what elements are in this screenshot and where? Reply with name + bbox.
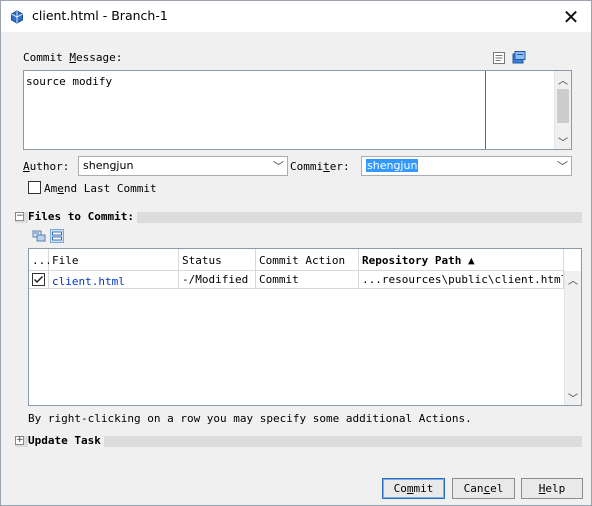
close-icon: ✕ (562, 4, 580, 29)
table-scrollbar[interactable]: ︿ ﹀ (564, 271, 581, 405)
committer-value: shengjun (366, 159, 419, 172)
title-bar: client.html - Branch-1 ✕ (1, 1, 591, 32)
checked-checkbox-icon[interactable] (32, 273, 45, 286)
row-select-cell[interactable] (29, 271, 49, 289)
author-combobox[interactable]: shengjun ﹀ (78, 156, 288, 176)
column-header-repository-path[interactable]: Repository Path ▲ (359, 249, 564, 271)
window-title: client.html - Branch-1 (32, 8, 168, 23)
author-label: Author: (23, 160, 70, 173)
recent-messages-icon[interactable] (512, 50, 526, 64)
column-header-commit-action[interactable]: Commit Action (256, 249, 359, 271)
commit-dialog: client.html - Branch-1 ✕ Commit Message:… (0, 0, 592, 506)
update-section-title: Update Task (28, 434, 104, 447)
message-scrollbar[interactable]: ︿ ﹀ (554, 71, 571, 149)
scroll-up-icon[interactable]: ︿ (565, 271, 581, 287)
status-cell: -/Modified (179, 271, 256, 289)
template-icon[interactable] (492, 51, 506, 65)
right-margin-line (485, 71, 486, 149)
committer-label: Commiter: (290, 160, 350, 173)
help-button[interactable]: Help (521, 478, 583, 499)
expand-icon[interactable]: + (15, 436, 24, 445)
commit-message-label: Commit Message: (23, 51, 123, 64)
collapse-icon[interactable]: − (15, 212, 24, 221)
amend-checkbox[interactable] (28, 181, 41, 194)
app-icon (11, 10, 23, 24)
column-header-select[interactable]: ... (29, 249, 52, 271)
scroll-up-icon[interactable]: ︿ (555, 71, 571, 87)
toggle-view-icon[interactable] (50, 229, 64, 243)
committer-combobox[interactable]: shengjun ﹀ (361, 156, 572, 176)
commit-message-textarea[interactable]: source modify ︿ ﹀ (23, 70, 572, 150)
file-cell[interactable]: client.html (49, 271, 179, 289)
close-button[interactable]: ✕ (551, 1, 591, 32)
commit-button[interactable]: Co m mit (382, 478, 445, 499)
column-header-file[interactable]: File (49, 249, 179, 271)
expand-all-icon[interactable] (32, 229, 46, 243)
files-section-title: Files to Commit: (28, 210, 137, 223)
commit-action-cell[interactable]: Commit (256, 271, 359, 289)
scroll-down-icon[interactable]: ﹀ (555, 133, 571, 149)
commit-message-text: source modify (26, 75, 113, 88)
scroll-thumb[interactable] (557, 89, 569, 123)
files-table: ... File Status Commit Action Repository… (28, 248, 582, 406)
cancel-button[interactable]: Can c el (452, 478, 515, 499)
amend-label: Amend Last Commit (44, 182, 157, 195)
scroll-down-icon[interactable]: ﹀ (565, 389, 581, 405)
repository-path-cell: ...resources\public\client.html (359, 271, 564, 289)
chevron-down-icon[interactable]: ﹀ (273, 158, 284, 174)
author-value: shengjun (83, 159, 134, 172)
chevron-down-icon[interactable]: ﹀ (557, 158, 568, 174)
column-header-status[interactable]: Status (179, 249, 256, 271)
hint-text: By right-clicking on a row you may speci… (28, 412, 472, 425)
